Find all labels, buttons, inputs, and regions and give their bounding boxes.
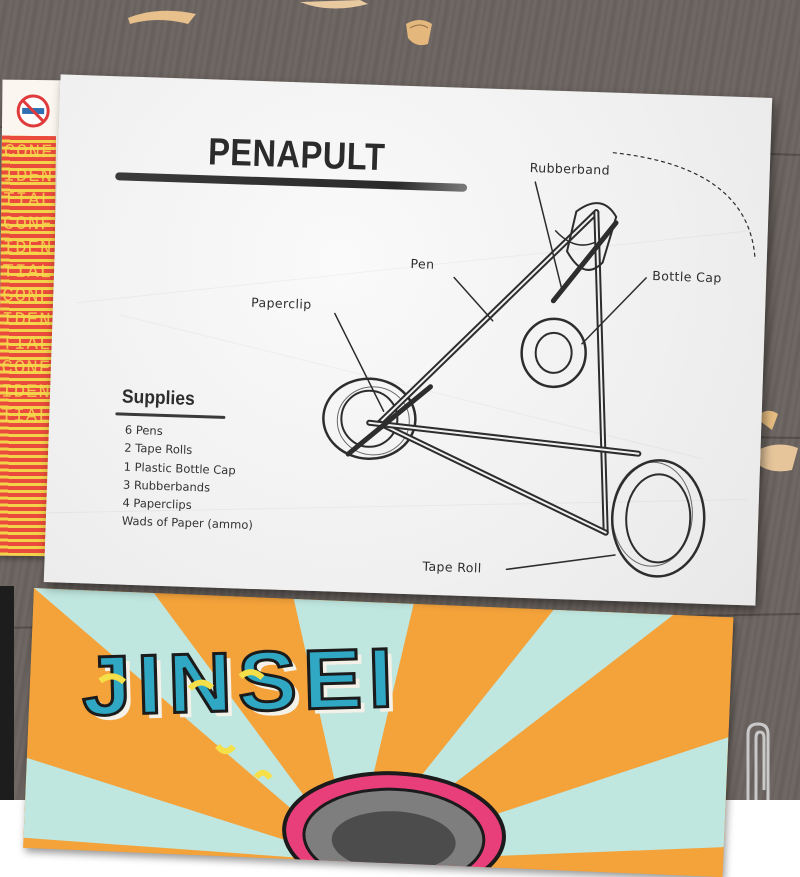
pencil-shaving	[128, 10, 196, 24]
wooden-table: CONFIDENTIALCONFIDENTIALCONFIDENTIALCONF…	[0, 0, 800, 877]
pencil-shaving	[300, 0, 368, 9]
label-pen: Pen	[410, 256, 435, 272]
pencil-shaving	[406, 20, 432, 46]
paperclip-object	[746, 722, 770, 800]
label-tape-roll: Tape Roll	[422, 558, 482, 576]
label-rubberband: Rubberband	[529, 159, 611, 178]
dark-poster-edge	[0, 586, 14, 800]
supplies-heading: Supplies	[121, 386, 196, 410]
pencil-shaving	[758, 444, 798, 472]
bottom-poster: JINSEI	[23, 588, 734, 877]
label-paperclip: Paperclip	[250, 294, 312, 312]
no-smoking-icon	[16, 94, 50, 128]
tape-roll-illustration	[282, 771, 506, 877]
supplies-list: 6 Pens 2 Tape Rolls 1 Plastic Bottle Cap…	[122, 421, 257, 535]
label-bottle-cap: Bottle Cap	[652, 268, 722, 286]
penapult-card: PENAPULT Rubberband Pen Bottle Cap Paper…	[43, 74, 773, 606]
confetti-drips	[98, 669, 273, 780]
